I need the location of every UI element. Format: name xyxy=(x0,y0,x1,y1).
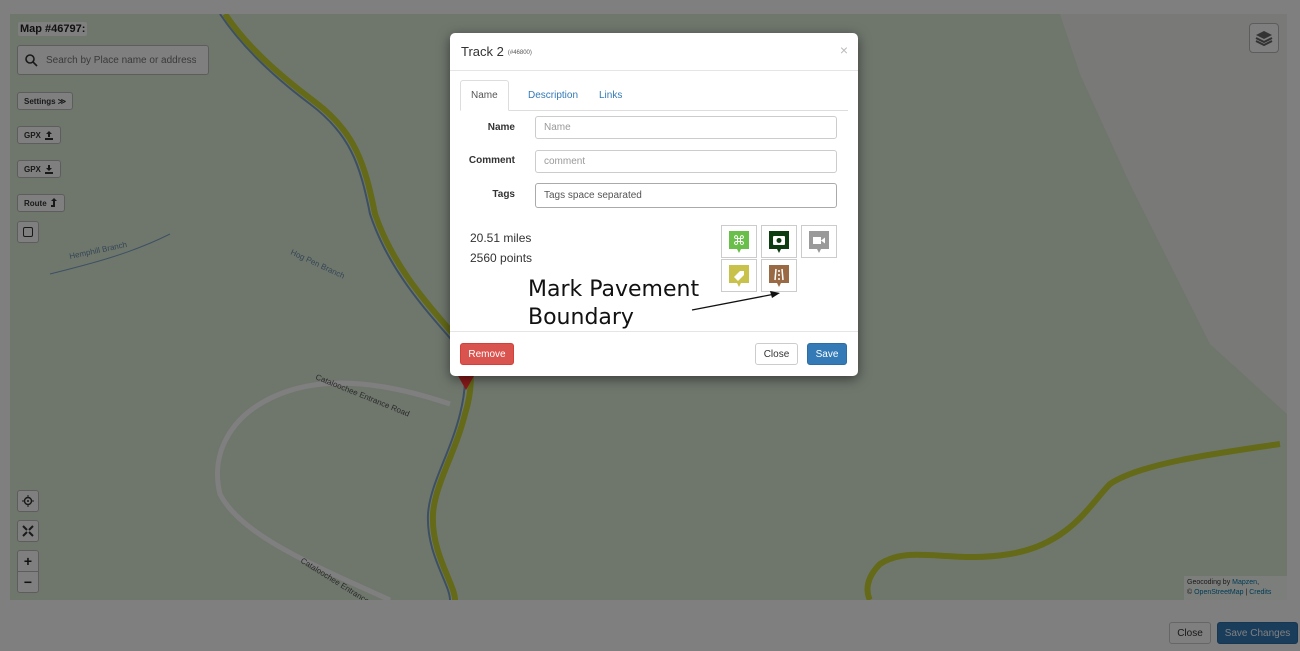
modal-header: Track 2 (#46800) × xyxy=(450,33,858,71)
modal-close-button[interactable]: Close xyxy=(755,343,798,365)
map-pin-icon[interactable] xyxy=(455,374,477,394)
annotation-line-1: Mark Pavement xyxy=(528,277,700,302)
marker-option-command[interactable]: ⌘ xyxy=(721,225,757,258)
tab-description[interactable]: Description xyxy=(518,80,588,110)
annotation-text: Mark Pavement Boundary xyxy=(528,276,699,332)
annotation-line-2: Boundary xyxy=(528,305,634,330)
remove-button[interactable]: Remove xyxy=(460,343,514,365)
name-label: Name xyxy=(487,122,515,133)
tag-marker-icon xyxy=(729,264,749,287)
camera-marker-icon xyxy=(769,230,789,253)
save-button[interactable]: Save xyxy=(807,343,847,365)
track-id: (#46800) xyxy=(507,49,532,56)
svg-text:⌘: ⌘ xyxy=(733,234,746,249)
track-name: Track 2 xyxy=(461,44,504,59)
modal-title: Track 2 (#46800) xyxy=(461,44,532,59)
marker-option-video[interactable] xyxy=(801,225,837,258)
track-distance: 20.51 miles xyxy=(470,231,532,245)
tab-name[interactable]: Name xyxy=(460,80,509,111)
annotation-arrow xyxy=(691,291,780,311)
modal-close-icon[interactable]: × xyxy=(840,42,848,58)
modal-footer: Remove Close Save xyxy=(450,331,858,377)
tab-links[interactable]: Links xyxy=(589,80,632,110)
video-marker-icon xyxy=(809,230,829,253)
track-points: 2560 points xyxy=(470,251,533,265)
marker-option-camera[interactable] xyxy=(761,225,797,258)
tags-label: Tags xyxy=(492,189,515,200)
tags-input[interactable]: Tags space separated xyxy=(535,183,837,208)
pavement-boundary-marker-icon xyxy=(769,264,789,287)
command-marker-icon: ⌘ xyxy=(729,230,749,253)
modal-tabs: Name Description Links xyxy=(460,80,848,111)
name-input[interactable]: Name xyxy=(535,116,837,139)
comment-input[interactable]: comment xyxy=(535,150,837,173)
comment-label: Comment xyxy=(468,155,515,166)
